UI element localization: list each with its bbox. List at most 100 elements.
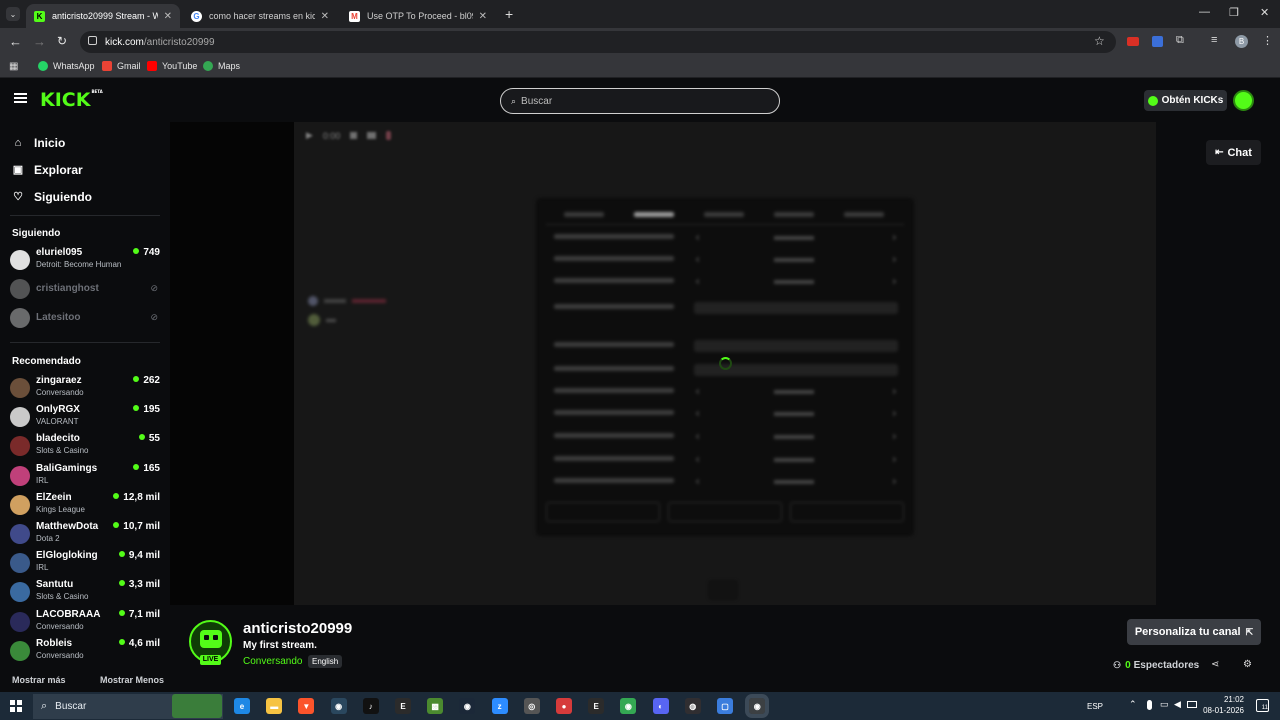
logo-text: KICK <box>40 89 91 111</box>
volume-icon[interactable] <box>350 132 358 139</box>
recommended-channel[interactable]: OnlyRGX VALORANT 195 <box>10 404 160 432</box>
recommended-channel[interactable]: LACOBRAAA Conversando 7,1 mil <box>10 609 160 637</box>
channel-name[interactable]: anticristo20999 <box>243 620 352 637</box>
browser-tab-1[interactable]: K anticristo20999 Stream - Watch ✕ <box>26 4 180 28</box>
recommended-channel[interactable]: Robleis Conversando 4,6 mil <box>10 638 160 666</box>
notification-icon[interactable]: 11 <box>1256 699 1269 712</box>
steam-icon[interactable]: ◉ <box>330 698 347 714</box>
url-path: /anticristo20999 <box>143 37 215 48</box>
chrome-icon[interactable]: ◉ <box>745 694 770 718</box>
show-more-link[interactable]: Mostrar más <box>12 675 66 685</box>
recommended-channel[interactable]: ElGlogloking IRL 9,4 mil <box>10 550 160 578</box>
settings-row <box>554 340 898 354</box>
bookmark-whatsapp[interactable]: WhatsApp <box>38 61 95 71</box>
epic-icon[interactable]: E <box>588 698 605 714</box>
discord-icon[interactable]: ◐ <box>652 698 669 714</box>
viewer-count-display: ⚇ 0 Espectadores <box>1113 660 1199 671</box>
recommended-channel[interactable]: MatthewDota Dota 2 10,7 mil <box>10 521 160 549</box>
bookmark-maps[interactable]: Maps <box>203 61 240 71</box>
widget-icon[interactable] <box>172 694 222 718</box>
user-avatar[interactable] <box>1233 90 1254 111</box>
folder-icon[interactable]: ▬ <box>266 698 283 714</box>
brave-icon[interactable]: ▼ <box>298 698 315 714</box>
opera-icon[interactable]: ◎ <box>523 698 540 714</box>
extension-badge-icon[interactable] <box>1152 36 1163 47</box>
settings-row: ‹ › <box>554 232 898 246</box>
recommended-channel[interactable]: bladecito Slots & Casino 55 <box>10 433 160 461</box>
chrome-icon[interactable]: ◉ <box>620 698 637 714</box>
following-channel[interactable]: eluriel095 Detroit: Become Human 749 <box>10 247 160 275</box>
puzzle-icon[interactable]: ⧉ <box>1176 34 1184 47</box>
close-window-icon[interactable]: ✕ <box>1260 6 1269 19</box>
minimize-icon[interactable]: — <box>1199 6 1210 18</box>
chat-bubble-icon[interactable] <box>367 132 377 139</box>
share-icon[interactable]: ⋖ <box>1211 659 1219 670</box>
record-icon[interactable]: ● <box>556 698 572 714</box>
nav-inicio[interactable]: ⌂ Inicio <box>12 136 66 150</box>
restore-icon[interactable]: ❐ <box>1229 6 1239 19</box>
forward-icon[interactable]: → <box>33 34 46 49</box>
viewer-count: 9,4 mil <box>119 550 160 561</box>
nav-siguiendo[interactable]: ♡ Siguiendo <box>12 190 92 204</box>
nav-explorar[interactable]: ▣ Explorar <box>12 163 83 177</box>
recommended-channel[interactable]: ElZeein Kings League 12,8 mil <box>10 492 160 520</box>
reload-icon[interactable]: ↻ <box>57 34 67 48</box>
edge-icon[interactable]: e <box>234 698 250 714</box>
steam-icon[interactable]: ◉ <box>459 698 476 714</box>
minecraft-icon[interactable]: ▩ <box>427 698 444 714</box>
back-icon[interactable]: ← <box>9 34 22 49</box>
close-icon[interactable]: ✕ <box>164 11 172 22</box>
tab-search-button[interactable]: ⌄ <box>6 7 20 21</box>
user-settings-icon[interactable]: ⚙ <box>1243 659 1252 670</box>
following-channel-offline[interactable]: cristianghost ⊘ <box>10 276 160 304</box>
site-info-icon[interactable] <box>88 36 97 45</box>
obs-icon[interactable]: ◍ <box>684 698 701 714</box>
url-text[interactable]: kick.com/anticristo20999 <box>105 37 215 48</box>
bookmark-gmail[interactable]: Gmail <box>102 61 141 71</box>
record-icon[interactable] <box>386 131 392 140</box>
profile-avatar[interactable]: B <box>1235 35 1248 48</box>
extension-icon[interactable] <box>1127 37 1139 46</box>
channel-category: Conversando <box>36 388 84 397</box>
browser-tab-2[interactable]: G como hacer streams en kick - B ✕ <box>183 4 337 28</box>
menu-dots-icon[interactable]: ⋮ <box>1262 34 1273 47</box>
battery-icon[interactable] <box>1187 701 1197 708</box>
show-less-link[interactable]: Mostrar Menos <box>100 675 164 685</box>
apps-grid-icon[interactable]: ▦ <box>9 61 18 72</box>
channel-name: ElZeein <box>36 491 72 503</box>
close-icon[interactable]: ✕ <box>479 11 487 22</box>
close-icon[interactable]: ✕ <box>321 11 329 22</box>
network-icon[interactable]: ▭ <box>1160 699 1169 710</box>
player-bottom-handle[interactable] <box>708 580 738 600</box>
tiktok-icon[interactable]: ♪ <box>362 698 379 714</box>
app-icon[interactable]: ▢ <box>717 698 733 714</box>
epic-icon[interactable]: E <box>395 698 411 714</box>
chat-toggle-button[interactable]: ⇤ Chat <box>1206 140 1261 165</box>
new-tab-button[interactable]: + <box>505 6 513 22</box>
recommended-channel[interactable]: zingaraez Conversando 262 <box>10 375 160 403</box>
language-tag[interactable]: English <box>308 655 343 668</box>
taskbar-clock[interactable]: 21:02 08-01-2026 <box>1200 694 1244 716</box>
search-placeholder: Buscar <box>521 95 553 107</box>
address-bar[interactable] <box>80 31 1116 53</box>
volume-icon[interactable]: ◀ <box>1174 699 1181 710</box>
play-icon[interactable]: ▶ <box>306 130 313 141</box>
get-kicks-button[interactable]: Obtén KICKs <box>1144 90 1227 111</box>
search-input[interactable]: ⌕ Buscar <box>500 88 780 114</box>
kick-logo[interactable]: KICKBETA <box>40 89 103 111</box>
recommended-channel[interactable]: Santutu Slots & Casino 3,3 mil <box>10 579 160 607</box>
bookmark-youtube[interactable]: YouTube <box>147 61 197 71</box>
recommended-channel[interactable]: BaliGamings IRL 165 <box>10 463 160 491</box>
settings-row-value: ‹ › <box>696 254 896 265</box>
zoom-icon[interactable]: z <box>491 698 508 714</box>
microphone-icon[interactable] <box>1147 700 1152 710</box>
browser-tab-3[interactable]: M Use OTP To Proceed - bl096823 ✕ <box>341 4 495 28</box>
bookmark-star-icon[interactable]: ☆ <box>1094 34 1105 48</box>
lang-indicator[interactable]: ESP <box>1087 702 1103 711</box>
customize-channel-button[interactable]: Personaliza tu canal ⇱ <box>1127 619 1261 645</box>
chevron-up-icon[interactable]: ⌃ <box>1129 699 1137 710</box>
windows-start-icon[interactable] <box>10 700 22 712</box>
media-icon[interactable]: ≡ <box>1211 34 1217 46</box>
following-channel-offline[interactable]: Latesitoo ⊘ <box>10 305 160 333</box>
stream-category-link[interactable]: Conversando <box>243 656 302 667</box>
